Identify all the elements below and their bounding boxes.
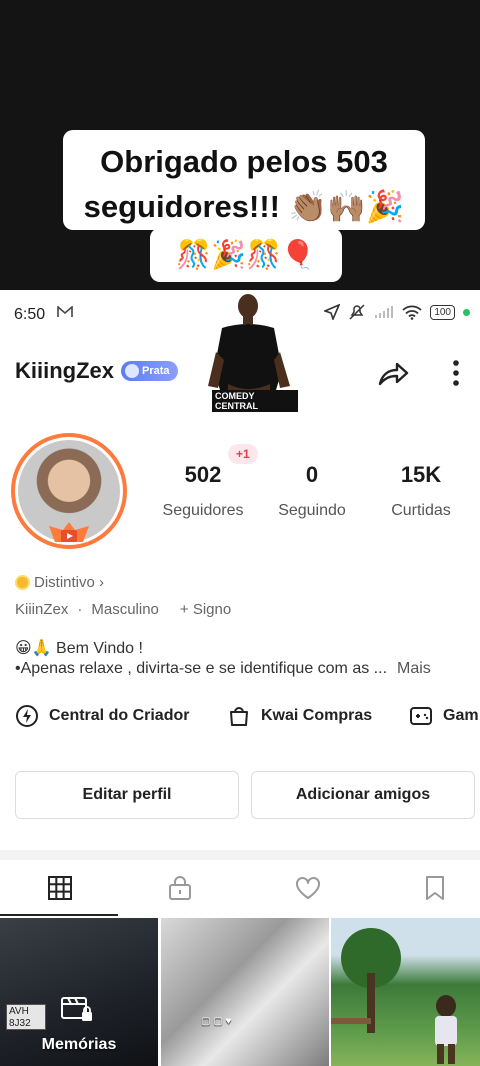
mail-icon — [57, 305, 73, 321]
lightning-icon — [16, 705, 38, 727]
stat-following[interactable]: 0 Seguindo — [257, 462, 367, 520]
handle: KiiinZex — [15, 601, 69, 618]
post-thumbnail[interactable]: ▢ ▢ ♥ — [161, 918, 329, 1066]
kwai-shop-link[interactable]: Kwai Compras — [227, 704, 372, 728]
sticker-label: COMEDY CENTRAL — [212, 390, 298, 412]
license-plate: AVH 8J32 — [6, 1004, 46, 1030]
content-tabs — [0, 860, 480, 916]
location-icon — [324, 304, 341, 320]
tab-saved[interactable] — [375, 860, 480, 916]
caption-box-2: 🎊🎉🎊🎈 — [150, 228, 342, 282]
memories-label: Memórias — [41, 1036, 117, 1053]
tab-liked[interactable] — [248, 860, 368, 916]
memories-icon — [61, 997, 92, 1021]
likes-label: Curtidas — [391, 502, 451, 519]
info-separator: · — [77, 601, 83, 618]
distintivo-label: Distintivo › — [34, 574, 105, 591]
creator-center-link[interactable]: Central do Criador — [15, 704, 189, 728]
posts-grid: AVH 8J32 Memórias ▢ ▢ ♥ — [0, 918, 480, 1066]
comedy-sticker: COMEDY CENTRAL — [200, 290, 298, 418]
landscape-image — [331, 928, 457, 1064]
badge-label: Prata — [142, 365, 170, 377]
creator-center-label: Central do Criador — [49, 707, 190, 724]
memories-tile[interactable]: AVH 8J32 Memórias — [0, 918, 158, 1066]
caption-line-3: 🎊🎉🎊🎈 — [176, 238, 316, 271]
bookmark-icon — [426, 876, 444, 900]
post-thumbnail[interactable] — [331, 918, 480, 1066]
section-divider — [0, 850, 480, 860]
mute-icon — [349, 304, 365, 320]
distintivo-link[interactable]: Distintivo › — [15, 574, 104, 591]
profile-screen: 6:50 100 KiiingZex Prata COMEDY CENTRAL … — [0, 290, 480, 1066]
share-icon[interactable] — [374, 354, 412, 392]
edit-profile-button[interactable]: Editar perfil — [15, 771, 239, 819]
thumbnail-text-icon: ▢ ▢ ♥ — [201, 1016, 232, 1027]
new-followers-badge: +1 — [228, 444, 258, 464]
level-badge[interactable]: Prata — [121, 361, 178, 381]
add-sign-button[interactable]: + Signo — [180, 601, 231, 618]
caption-line-1: Obrigado pelos 503 — [100, 144, 388, 179]
bio-text: •Apenas relaxe , divirta-se e se identif… — [15, 660, 388, 677]
games-link[interactable]: Gam — [409, 704, 479, 728]
badge-icon — [125, 364, 139, 378]
lock-icon — [169, 876, 191, 900]
games-label: Gam — [443, 707, 479, 724]
bio-line-1: 😀🙏 Bem Vindo ! — [15, 640, 143, 657]
username: KiiingZex — [15, 358, 115, 383]
tab-posts[interactable] — [0, 860, 120, 916]
caption-line-2: seguidores!!! 👏🏽🙌🏽🎉 — [83, 189, 405, 224]
kwai-shop-label: Kwai Compras — [261, 707, 373, 724]
status-time: 6:50 — [14, 306, 46, 323]
bio-more-link[interactable]: Mais — [397, 660, 431, 677]
wifi-icon — [402, 305, 422, 320]
active-tab-underline — [0, 914, 118, 916]
shopping-bag-icon — [230, 707, 248, 726]
following-label: Seguindo — [278, 502, 346, 519]
following-count: 0 — [305, 462, 319, 487]
profile-info-row: KiiinZex · Masculino + Signo — [15, 601, 231, 618]
badge-hex-icon — [15, 575, 30, 590]
privacy-dot — [463, 308, 470, 316]
followers-count: 502 — [184, 462, 222, 487]
likes-count: 15K — [400, 462, 442, 487]
bio-line-2: •Apenas relaxe , divirta-se e se identif… — [15, 660, 431, 678]
live-flair-icon — [49, 522, 89, 542]
tab-private[interactable] — [120, 860, 240, 916]
caption-box: Obrigado pelos 503 seguidores!!! 👏🏽🙌🏽🎉 — [63, 130, 425, 230]
status-icons: 100 — [324, 304, 470, 320]
heart-icon — [296, 877, 320, 899]
followers-label: Seguidores — [162, 502, 244, 519]
battery-indicator: 100 — [430, 304, 455, 320]
signal-icon — [375, 306, 394, 318]
gender: Masculino — [91, 601, 159, 618]
grid-icon — [48, 876, 72, 900]
gamepad-icon — [410, 707, 432, 725]
more-options-icon[interactable] — [442, 354, 470, 392]
stat-followers[interactable]: 502 Seguidores — [148, 462, 258, 520]
stat-likes[interactable]: 15K Curtidas — [366, 462, 476, 520]
add-friends-button[interactable]: Adicionar amigos — [251, 771, 475, 819]
